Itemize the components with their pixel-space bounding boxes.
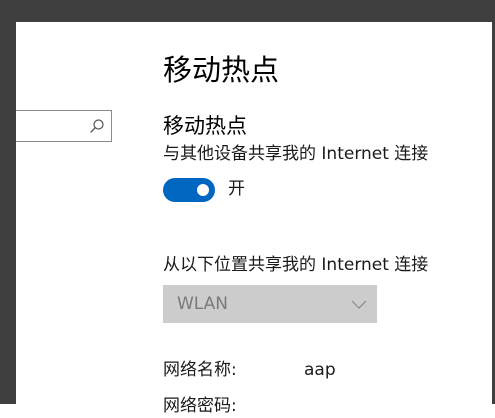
search-input[interactable] bbox=[16, 110, 112, 142]
chevron-down-icon bbox=[351, 300, 367, 309]
toggle-knob bbox=[197, 184, 209, 196]
network-name-label: 网络名称: bbox=[163, 360, 237, 380]
toggle-state-label: 开 bbox=[228, 179, 245, 199]
share-from-select[interactable]: WLAN bbox=[163, 285, 377, 323]
window-frame-top bbox=[0, 0, 495, 22]
share-from-label: 从以下位置共享我的 Internet 连接 bbox=[163, 255, 429, 275]
settings-content: 移动热点 移动热点 与其他设备共享我的 Internet 连接 开 从以下位置共… bbox=[16, 22, 492, 416]
network-name-value: aap bbox=[304, 360, 336, 380]
hotspot-section-title: 移动热点 bbox=[163, 114, 247, 138]
hotspot-toggle[interactable] bbox=[163, 178, 215, 202]
page-title: 移动热点 bbox=[163, 53, 280, 87]
share-from-selected-value: WLAN bbox=[177, 294, 229, 314]
window-frame-left bbox=[0, 22, 16, 404]
network-password-label: 网络密码: bbox=[163, 396, 237, 416]
search-icon[interactable] bbox=[89, 118, 105, 134]
share-connection-label: 与其他设备共享我的 Internet 连接 bbox=[163, 144, 429, 164]
